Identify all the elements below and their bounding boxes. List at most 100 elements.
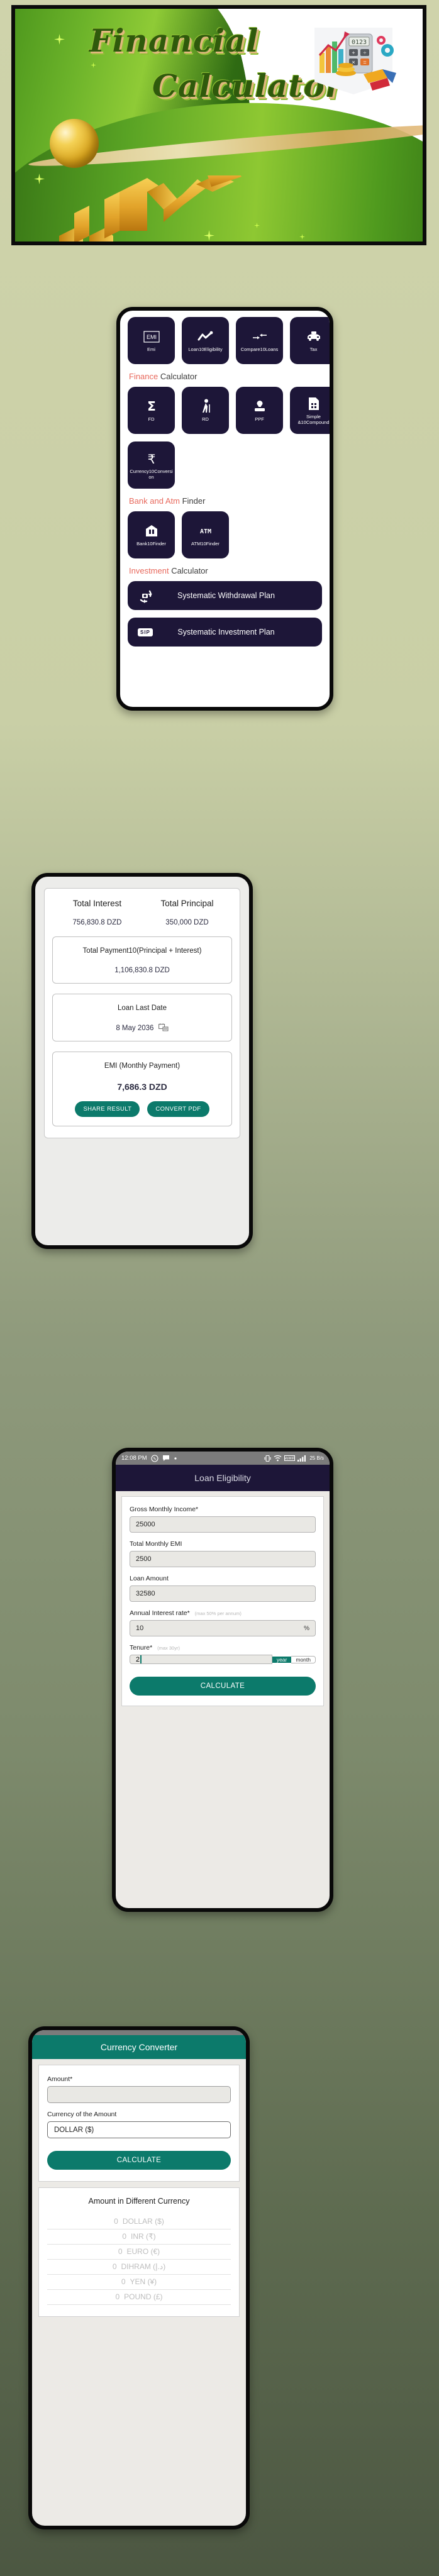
label-hint: (max 50% per annum) [194,1611,242,1616]
whatsapp-icon [151,1454,158,1462]
label-text: Tenure* [130,1644,153,1652]
wide-button-label: Systematic Investment Plan [177,628,275,636]
currency-result-row: 0 DOLLAR ($) [47,2214,231,2229]
currency-result-name: POUND (£) [124,2292,163,2301]
currency-result-row: 0 DIHRAM (د.إ) [47,2260,231,2275]
section-heading-finance: Finance Calculator [129,372,322,381]
calendar-money-icon [158,1023,169,1031]
input-value: 2500 [136,1555,152,1563]
amount-input[interactable] [47,2086,231,2103]
calculate-button[interactable]: CALCULATE [47,2151,231,2170]
svg-text:EMI: EMI [146,334,156,340]
currency-results-card: Amount in Different Currency 0 DOLLAR ($… [38,2187,240,2317]
tenure-unit-year[interactable]: year [272,1656,292,1663]
tile-loan-eligibility[interactable]: Loan10Eligibility [182,317,229,364]
app-banner: Financial Calculator 0123 + ÷ × = [11,5,426,245]
section-accent: Investment [129,566,169,575]
svg-text:ATM: ATM [199,528,211,535]
tenure-unit-month[interactable]: month [291,1655,316,1663]
tenure-label: Tenure* (max 30yr) [130,1644,316,1652]
tile-label: Emi [147,347,155,353]
currency-result-value: 0 [118,2247,123,2256]
loan-amount-input[interactable]: 32580 [130,1585,316,1602]
currency-result-row: 0 POUND (£) [47,2290,231,2305]
tile-label: Tax [309,347,318,353]
tenure-row: 2 year month [130,1655,316,1664]
currency-result-row: 0 INR (₹) [47,2229,231,2245]
tile-row-top: EMI Emi Loan10Eligibility Compare10Loans [128,317,330,364]
calculate-button[interactable]: CALCULATE [130,1677,316,1696]
status-time: 12:08 PM [121,1455,147,1462]
convert-pdf-button[interactable]: CONVERT PDF [147,1101,209,1118]
sim-card-icon [308,396,320,412]
tile-bank-finder[interactable]: Bank10Finder [128,511,175,558]
svg-text:₹: ₹ [147,452,155,466]
currency-result-row: 0 EURO (€) [47,2245,231,2260]
currency-select[interactable]: DOLLAR ($) [47,2121,231,2138]
tile-currency-conversion[interactable]: ₹ Currency10Conversion [128,441,175,489]
currency-result-row: 0 YEN (¥) [47,2275,231,2290]
loan-eligibility-phone: 12:08 PM VoWiFi 25 B/s Loan Eligibility … [112,1448,333,1912]
tile-row-bank: Bank10Finder ATM ATM10Finder [128,511,322,558]
currency-select-value: DOLLAR ($) [54,2126,94,2134]
tenure-input[interactable]: 2 [130,1655,272,1664]
tile-label: RD [202,416,209,423]
home-screen-phone: EMI Emi Loan10Eligibility Compare10Loans [116,307,333,711]
section-heading-investment: Investment Calculator [129,566,322,575]
label-hint: (max 30yr) [157,1645,180,1651]
tile-label: ATM10Finder [191,541,220,547]
sip-badge-icon: SIP [138,628,157,636]
gold-globe-icon [50,119,99,168]
svg-text:=: = [363,59,366,65]
currency-of-amount-label: Currency of the Amount [47,2111,117,2118]
compare-arrows-icon [252,328,268,345]
tile-emi[interactable]: EMI Emi [128,317,175,364]
total-interest-value: 756,830.8 DZD [72,919,122,926]
section-accent: Finance [129,372,158,381]
tile-label: Simple &10Compound [297,413,330,425]
tile-tax[interactable]: Tax [290,317,330,364]
total-monthly-emi-label: Total Monthly EMI [130,1540,182,1548]
svg-text:0123: 0123 [352,39,367,46]
currency-result-name: EURO (€) [126,2247,160,2256]
calculator-chart-icon: 0123 + ÷ × = [314,28,396,94]
button-systematic-withdrawal-plan[interactable]: Systematic Withdrawal Plan [128,581,322,610]
total-monthly-emi-input[interactable]: 2500 [130,1551,316,1567]
tile-rd[interactable]: RD [182,387,229,434]
tenure-unit-toggle[interactable]: year month [272,1655,316,1664]
button-systematic-investment-plan[interactable]: SIP Systematic Investment Plan [128,618,322,647]
tile-compare-loans[interactable]: Compare10Loans [236,317,283,364]
share-result-button[interactable]: SHARE RESULT [75,1101,140,1118]
section-accent: Bank and Atm [129,496,180,506]
results-title: Amount in Different Currency [88,2197,190,2206]
gross-monthly-income-input[interactable]: 25000 [130,1516,316,1533]
section-rest: Calculator [160,372,197,381]
stamp-icon [252,398,267,414]
svg-text:VoWiFi: VoWiFi [285,1457,295,1461]
svg-text:+: + [352,50,355,56]
total-interest-block: Total Interest 756,830.8 DZD [52,899,142,926]
total-principal-label: Total Principal [160,899,214,908]
input-value: 10 [136,1624,144,1632]
section-rest: Calculator [171,566,208,575]
vowifi-icon: VoWiFi [284,1455,296,1461]
annual-interest-rate-label: Annual Interest rate* (max 50% per annum… [130,1609,316,1617]
loan-amount-label: Loan Amount [130,1575,169,1582]
tile-label: FD [148,416,155,423]
total-principal-block: Total Principal 350,000 DZD [142,899,232,926]
total-payment-value: 1,106,830.8 DZD [114,966,170,974]
interest-principal-row: Total Interest 756,830.8 DZD Total Princ… [52,899,232,926]
annual-interest-rate-input[interactable]: 10 % [130,1620,316,1636]
currency-result-value: 0 [121,2277,126,2286]
sigma-icon: Σ [144,398,159,414]
tile-ppf[interactable]: PPF [236,387,283,434]
loan-last-date-card: Loan Last Date 8 May 2036 [52,993,232,1042]
emi-result-phone: Total Interest 756,830.8 DZD Total Princ… [31,873,253,1249]
emi-monthly-card: EMI (Monthly Payment) 7,686.3 DZD SHARE … [52,1052,232,1127]
total-principal-value: 350,000 DZD [165,919,209,926]
tile-simple-compound[interactable]: Simple &10Compound [290,387,330,434]
tile-fd[interactable]: Σ FD [128,387,175,434]
tile-atm-finder[interactable]: ATM ATM10Finder [182,511,229,558]
currency-result-name: DIHRAM (د.إ) [121,2262,166,2271]
percent-suffix: % [304,1624,309,1632]
